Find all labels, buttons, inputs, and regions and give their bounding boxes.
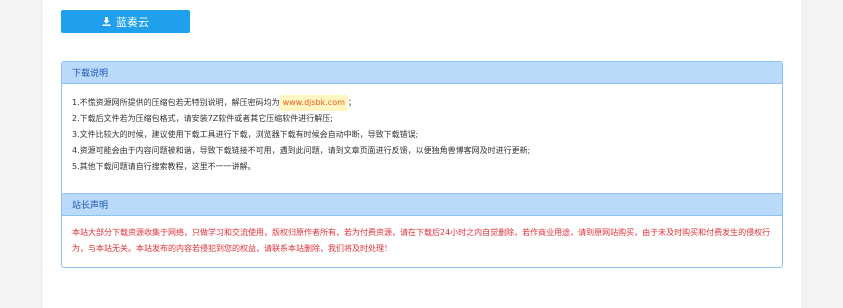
lanzou-download-button[interactable]: 蓝奏云 [61,10,190,33]
download-notes-panel: 下载说明 1.不慌资源网所提供的压缩包若无特别说明，解压密码均为 www.djsb… [61,61,783,213]
download-notes-title: 下载说明 [62,62,782,84]
main-content: 蓝奏云 下载说明 1.不慌资源网所提供的压缩包若无特别说明，解压密码均为 www.… [43,0,801,308]
declaration-text: 本站大部分下载资源收集于网络，只做学习和交流使用，版权归原作者所有，若为付费资源… [72,228,771,253]
download-notes-body: 1.不慌资源网所提供的压缩包若无特别说明，解压密码均为 www.djsbk.com… [62,84,782,175]
webmaster-declaration-panel: 站长声明 本站大部分下载资源收集于网络，只做学习和交流使用，版权归原作者所有，若… [61,193,783,268]
note-line-4: 4.资源可能会由于内容问题被和谐，导致下载链接不可用，遇到此问题，请到文章页面进… [72,146,531,155]
download-icon [102,17,111,26]
password-highlight: www.djsbk.com [279,95,348,111]
note-line-5: 5.其他下载问题请自行搜索教程，这里不一一讲解。 [72,162,256,171]
note-line-1-text: 1.不慌资源网所提供的压缩包若无特别说明，解压密码均为 [72,98,280,107]
note-line-1: 1.不慌资源网所提供的压缩包若无特别说明，解压密码均为 www.djsbk.com… [72,95,782,111]
download-button-label: 蓝奏云 [116,16,149,29]
declaration-title: 站长声明 [62,194,782,216]
note-line-1-suffix: ； [347,98,356,107]
note-line-3: 3.文件比较大的时候，建议使用下载工具进行下载，浏览器下载有时候会自动中断，导致… [72,130,419,139]
note-line-2: 2.下载后文件若为压缩包格式，请安装7Z软件或者其它压缩软件进行解压; [72,114,333,123]
